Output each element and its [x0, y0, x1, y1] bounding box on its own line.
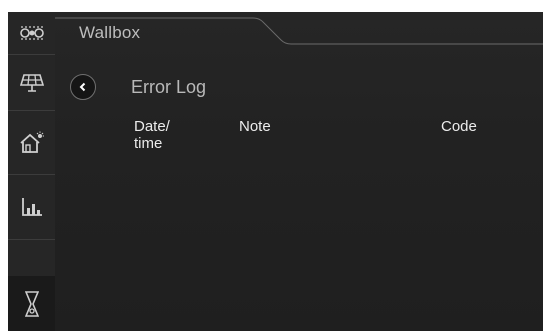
wallbox-screen: Wallbox Error Log Date/ time Note Code [8, 12, 543, 331]
smart-home-icon [19, 131, 44, 153]
column-header-date-time-line1: Date/ [134, 118, 170, 135]
energy-flow-icon [19, 26, 44, 40]
nav-item-home[interactable] [8, 111, 55, 175]
nav-item-energy-flow[interactable] [8, 12, 55, 55]
tab-title[interactable]: Wallbox [79, 23, 140, 43]
column-header-date-time: Date/ time [134, 118, 194, 152]
page-title: Error Log [131, 77, 207, 97]
column-header-note: Note [239, 118, 271, 135]
nav-item-wallbox[interactable] [8, 276, 56, 331]
solar-panel-icon [19, 73, 44, 92]
column-header-date-time-line2: time [134, 135, 163, 152]
hourglass-icon [24, 290, 39, 317]
nav-item-statistics[interactable] [8, 175, 55, 240]
side-nav [8, 12, 56, 331]
chevron-left-icon [79, 82, 86, 92]
back-button[interactable] [70, 74, 96, 100]
statistics-icon [21, 198, 42, 216]
column-header-code: Code [441, 118, 477, 135]
nav-item-solar[interactable] [8, 55, 55, 111]
main-content: Wallbox Error Log Date/ time Note Code [55, 12, 543, 331]
